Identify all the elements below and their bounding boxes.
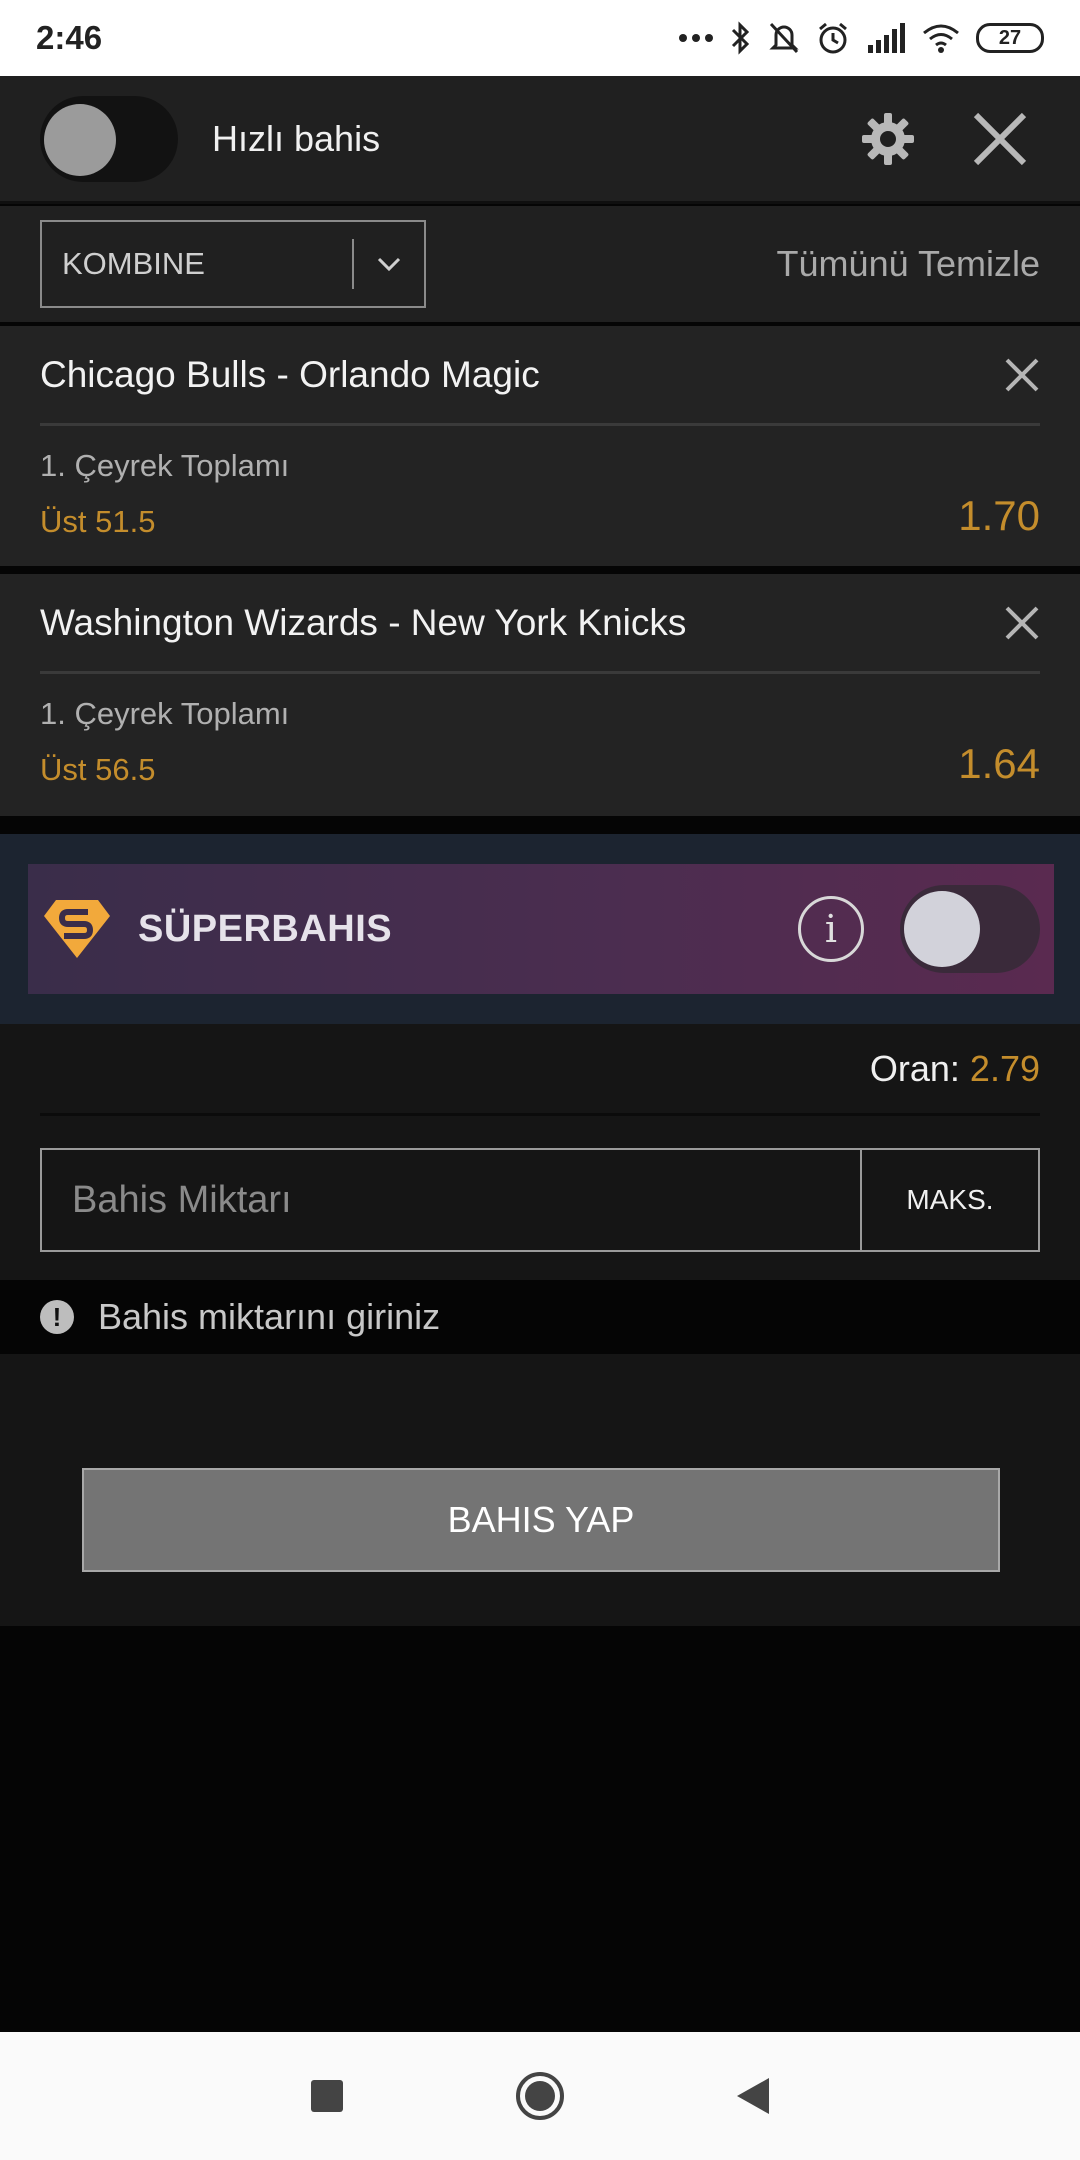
toggle-knob: [44, 103, 116, 176]
close-icon: [973, 112, 1027, 165]
clear-all-button[interactable]: Tümünü Temizle: [777, 243, 1040, 285]
chevron-down-icon: [354, 222, 424, 306]
superbahis-section: SÜPERBAHIS i: [0, 834, 1080, 1024]
info-icon[interactable]: i: [798, 896, 864, 962]
market-name: 1. Çeyrek Toplamı: [40, 448, 290, 483]
system-nav-bar: [0, 2032, 1080, 2160]
warning-text: Bahis miktarını giriniz: [98, 1296, 441, 1337]
selection-name: Üst 51.5: [40, 504, 156, 539]
stake-amount-input[interactable]: [42, 1150, 860, 1250]
selection-odd: 1.64: [958, 740, 1040, 787]
superbahis-toggle[interactable]: [900, 885, 1040, 973]
stake-input-group: MAKS.: [40, 1148, 1040, 1252]
total-odds-value: 2.79: [969, 1047, 1040, 1089]
superbahis-label: SÜPERBAHIS: [138, 907, 393, 950]
selection-name: Üst 56.5: [40, 752, 156, 787]
bet-type-select[interactable]: KOMBINE: [40, 220, 426, 308]
battery-indicator: 27: [976, 23, 1044, 53]
selection-row: Üst 51.5 1.70: [40, 492, 1040, 540]
bluetooth-icon: [731, 21, 750, 55]
status-icons: 27: [678, 20, 1044, 56]
alarm-icon: [819, 22, 847, 54]
settings-button[interactable]: [848, 99, 928, 179]
bet-slip-header: Hızlı bahis: [0, 76, 1080, 204]
stop-icon: [310, 2080, 343, 2112]
bet-card: Washington Wizards - New York Knicks 1. …: [0, 574, 1080, 816]
signal-icon: [868, 23, 905, 53]
bet-type-value: KOMBINE: [62, 246, 205, 281]
match-title: Chicago Bulls - Orlando Magic: [40, 353, 540, 395]
status-time: 2:46: [36, 19, 103, 56]
more-dots-icon: [679, 34, 713, 42]
status-bar: 2:46 27: [0, 0, 1080, 76]
place-bet-button[interactable]: BAHIS YAP: [82, 1468, 1000, 1572]
alert-icon: !: [40, 1300, 74, 1334]
bet-card: Chicago Bulls - Orlando Magic 1. Çeyrek …: [0, 326, 1080, 566]
total-odds-row: Oran: 2.79: [40, 1024, 1040, 1116]
bet-mode-row: KOMBINE Tümünü Temizle: [0, 206, 1080, 322]
selection-row: Üst 56.5 1.64: [40, 740, 1040, 788]
quick-bet-toggle[interactable]: [40, 95, 178, 182]
max-stake-button[interactable]: MAKS.: [860, 1150, 1038, 1250]
match-title: Washington Wizards - New York Knicks: [40, 601, 687, 643]
market-name: 1. Çeyrek Toplamı: [40, 696, 290, 731]
quick-bet-label: Hızlı bahis: [212, 117, 381, 159]
back-button[interactable]: [713, 2056, 793, 2136]
selection-odd: 1.70: [958, 492, 1040, 539]
close-button[interactable]: [960, 99, 1040, 179]
gear-icon: [862, 112, 914, 165]
stake-section: Oran: 2.79 MAKS.: [0, 1024, 1080, 1280]
wifi-icon: [923, 24, 959, 53]
total-odds-label: Oran:: [869, 1047, 960, 1089]
close-icon[interactable]: [1004, 357, 1040, 393]
back-icon: [737, 2078, 770, 2114]
home-button[interactable]: [500, 2056, 580, 2136]
bet-card-header: Chicago Bulls - Orlando Magic: [40, 326, 1040, 426]
superbahis-banner: SÜPERBAHIS i: [28, 864, 1054, 994]
superbahis-logo-icon: [44, 900, 110, 958]
stake-warning: ! Bahis miktarını giriniz: [0, 1280, 1080, 1354]
toggle-knob: [904, 891, 980, 967]
recents-button[interactable]: [287, 2056, 367, 2136]
bet-card-header: Washington Wizards - New York Knicks: [40, 574, 1040, 674]
home-icon: [515, 2072, 564, 2120]
submit-area: BAHIS YAP: [0, 1354, 1080, 1626]
bell-off-icon: [769, 22, 799, 54]
close-icon[interactable]: [1004, 605, 1040, 641]
